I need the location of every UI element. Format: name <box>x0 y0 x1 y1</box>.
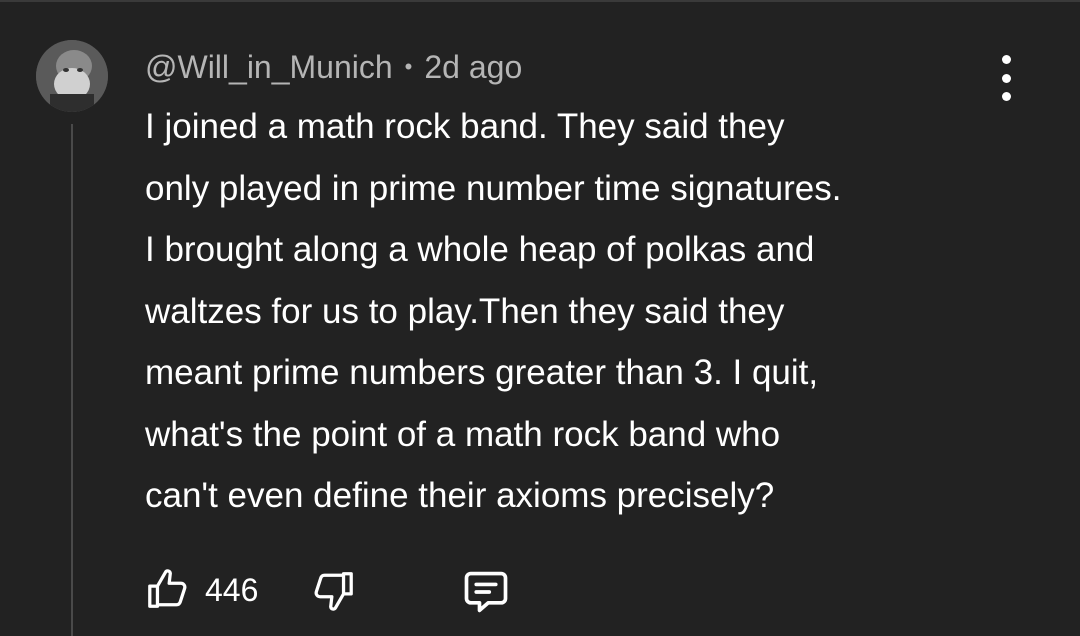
more-vert-icon[interactable] <box>992 55 1020 101</box>
comment-text: I joined a math rock band. They said the… <box>145 107 842 515</box>
comment-icon <box>464 571 508 613</box>
thumb-down-icon <box>314 572 353 611</box>
author-name[interactable]: @Will_in_Munich <box>145 49 393 86</box>
avatar[interactable] <box>36 40 108 112</box>
top-divider <box>0 0 1080 2</box>
like-count: 446 <box>205 572 259 608</box>
thread-line <box>71 124 73 636</box>
thumb-up-icon <box>148 569 187 608</box>
dislike-button[interactable] <box>310 568 356 619</box>
menu-dot <box>1001 73 1011 83</box>
timestamp: 2d ago <box>424 48 523 85</box>
reply-button[interactable] <box>460 566 512 623</box>
like-button[interactable] <box>145 566 191 617</box>
comment-header: @Will_in_Munich • 2d ago <box>145 42 522 92</box>
separator-dot: • <box>404 54 413 79</box>
avatar-image <box>36 40 108 112</box>
menu-dot <box>1001 55 1011 64</box>
